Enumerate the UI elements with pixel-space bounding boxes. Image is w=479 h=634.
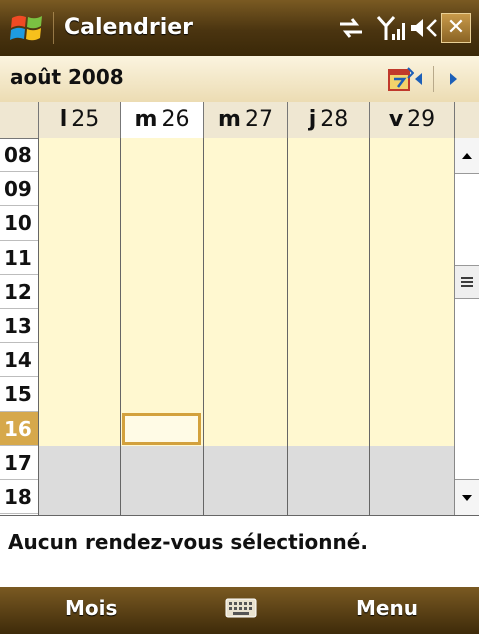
nav-separator (433, 66, 434, 92)
title-separator (53, 12, 54, 44)
hour-label-08: 08 (0, 138, 38, 173)
next-arrow-icon[interactable] (444, 69, 462, 89)
hour-label-10: 10 (0, 206, 38, 241)
scroll-up-button[interactable] (455, 138, 479, 174)
windows-logo-icon[interactable] (10, 12, 44, 44)
work-hours-block[interactable] (39, 138, 120, 446)
day-column-27[interactable] (203, 138, 287, 515)
keyboard-icon[interactable] (225, 596, 257, 620)
day-header-j-28[interactable]: j 28 (287, 102, 369, 138)
day-letter: m (134, 107, 158, 132)
close-icon: ✕ (446, 15, 466, 40)
app-title: Calendrier (64, 15, 194, 40)
hour-label-18: 18 (0, 480, 38, 515)
day-column-25[interactable] (38, 138, 120, 515)
day-header-row: l 25 m 26 m 27 j 28 v 29 (0, 102, 479, 139)
day-letter: j (308, 107, 317, 132)
day-number: 29 (407, 107, 436, 132)
appointment-status-area: Aucun rendez-vous sélectionné. (0, 515, 479, 588)
softkey-bar: Mois Menu (0, 587, 479, 634)
off-hours-block[interactable] (370, 445, 454, 515)
close-button[interactable]: ✕ (441, 13, 471, 43)
menu-softkey[interactable]: Menu (356, 596, 418, 620)
hour-label-15: 15 (0, 377, 38, 412)
hour-label-13: 13 (0, 309, 38, 344)
scroll-down-icon (462, 495, 472, 501)
month-softkey[interactable]: Mois (65, 596, 117, 620)
signal-icon[interactable] (376, 14, 406, 42)
day-column-28[interactable] (287, 138, 369, 515)
month-header: août 2008 (0, 56, 479, 103)
month-label[interactable]: août 2008 (10, 65, 124, 89)
work-hours-block[interactable] (370, 138, 454, 446)
hour-label-14: 14 (0, 343, 38, 378)
hour-label-12: 12 (0, 275, 38, 309)
title-bar: Calendrier ✕ (0, 0, 479, 56)
selected-time-slot[interactable] (122, 412, 201, 445)
day-column-29[interactable] (369, 138, 454, 515)
off-hours-block[interactable] (121, 445, 203, 515)
prev-arrow-icon[interactable] (410, 69, 428, 89)
day-column-26[interactable] (120, 138, 203, 515)
day-header-l-25[interactable]: l 25 (38, 102, 120, 138)
day-number: 28 (320, 107, 349, 132)
work-hours-block[interactable] (288, 138, 369, 446)
hour-label-16: 16 (0, 411, 38, 446)
day-header-v-29[interactable]: v 29 (369, 102, 454, 138)
volume-icon[interactable] (408, 14, 438, 42)
day-number: 26 (161, 107, 190, 132)
week-grid: 08 09 10 11 12 13 14 15 16 17 18 (0, 138, 454, 515)
day-letter: m (218, 107, 241, 132)
vertical-scrollbar[interactable] (454, 138, 479, 515)
scroll-up-icon (462, 153, 472, 159)
hour-label-17: 17 (0, 446, 38, 480)
sync-icon[interactable] (334, 14, 368, 42)
day-header-m-26[interactable]: m 26 (120, 102, 203, 138)
day-letter: l (59, 107, 68, 132)
day-letter: v (388, 107, 404, 132)
hour-label-09: 09 (0, 172, 38, 207)
day-number: 25 (71, 107, 100, 132)
off-hours-block[interactable] (288, 445, 369, 515)
header-spacer (454, 102, 479, 138)
hour-label-11: 11 (0, 241, 38, 275)
day-header-m-27[interactable]: m 27 (203, 102, 287, 138)
day-number: 27 (244, 107, 273, 132)
off-hours-block[interactable] (39, 445, 120, 515)
grip-icon (461, 277, 473, 287)
scroll-down-button[interactable] (455, 479, 479, 515)
work-hours-block[interactable] (121, 138, 203, 446)
work-hours-block[interactable] (204, 138, 287, 446)
scroll-thumb[interactable] (455, 265, 479, 299)
status-text: Aucun rendez-vous sélectionné. (8, 530, 368, 554)
off-hours-block[interactable] (204, 445, 287, 515)
